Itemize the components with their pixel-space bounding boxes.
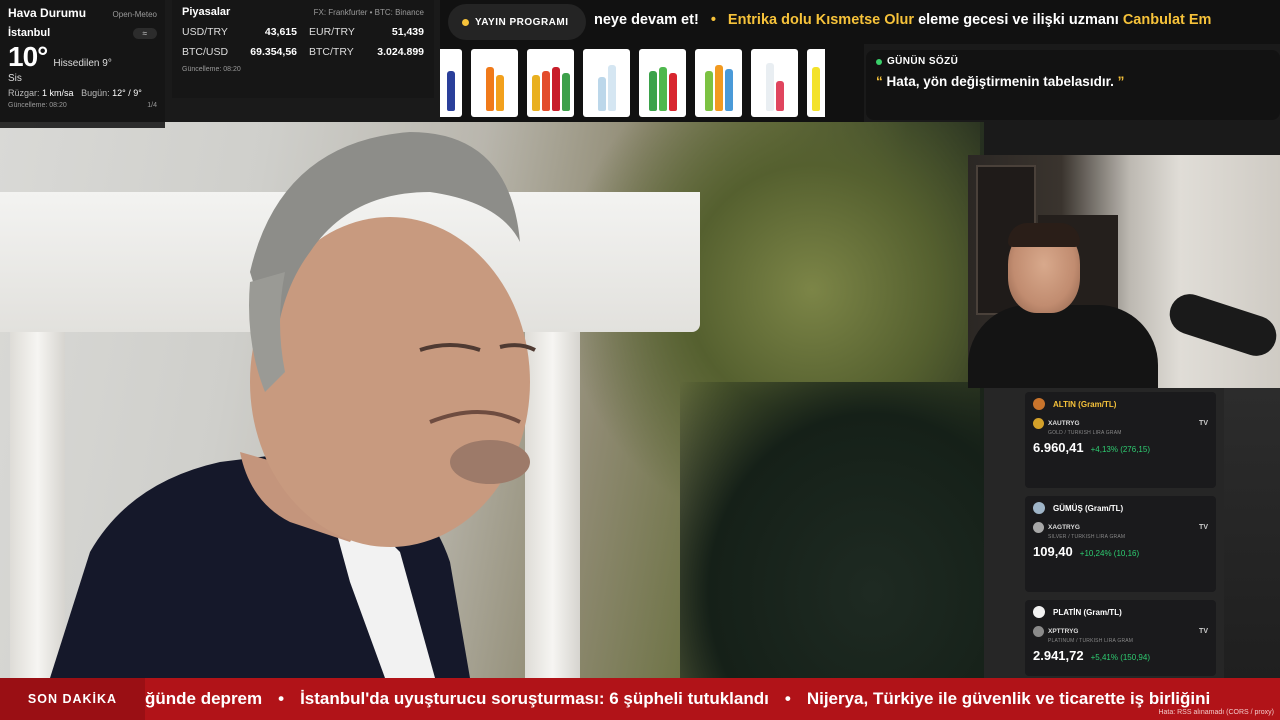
product-image <box>583 49 630 117</box>
metal-title: PLATİN (Gram/TL) <box>1053 607 1122 617</box>
coin-icon <box>1033 418 1044 429</box>
coin-icon <box>1033 522 1044 533</box>
metal-title: GÜMÜŞ (Gram/TL) <box>1053 503 1124 513</box>
program-label: YAYIN PROGRAMI <box>475 16 569 28</box>
weather-stats: Rüzgar: 1 km/sa Bugün: 12° / 9° <box>8 88 157 98</box>
breaking-news-label: SON DAKİKA <box>0 678 145 720</box>
stream-overlay: Hava Durumu Open-Meteo İstanbul ≈ 10° Hi… <box>0 0 1280 720</box>
news-item: ğünde deprem <box>145 689 263 708</box>
metal-card-silver: GÜMÜŞ (Gram/TL) XAGTRYG TV SILVER / TURK… <box>1025 496 1216 592</box>
product-image <box>807 49 825 117</box>
quote-of-the-day: GÜNÜN SÖZÜ “ Hata, yön değiştirmenin tab… <box>866 50 1280 120</box>
tradingview-icon[interactable]: TV <box>1199 420 1208 427</box>
weather-title: Hava Durumu <box>8 6 87 20</box>
medal-icon <box>1033 502 1045 514</box>
markets-updated: Güncelleme: 08:20 <box>182 66 241 73</box>
product-image <box>751 49 798 117</box>
metal-subtitle: GOLD / TURKISH LIRA GRAM <box>1048 430 1122 436</box>
metal-change: +4,13% (276,15) <box>1090 445 1150 454</box>
ticker-text: eleme gecesi ve ilişki uzmanı <box>914 12 1123 28</box>
tradingview-icon[interactable]: TV <box>1199 628 1208 635</box>
metal-symbol: XAGTRYG <box>1048 524 1080 531</box>
webcam-feed <box>968 155 1280 388</box>
weather-updated: Güncelleme: 08:20 <box>8 102 67 109</box>
video-person <box>50 132 536 678</box>
live-dot-icon <box>462 18 469 26</box>
news-separator: • <box>278 689 285 708</box>
metal-card-platinum: PLATİN (Gram/TL) XPTTRYG TV PLATINUM / T… <box>1025 600 1216 676</box>
metal-price: 6.960,41 <box>1033 440 1084 455</box>
news-item: İstanbul'da uyuşturucu soruşturması: 6 ş… <box>300 689 769 708</box>
rss-error-note: Hata: RSS alınamadı (CORS / proxy) <box>1158 709 1274 716</box>
status-dot-icon <box>876 58 882 65</box>
quote-open-mark: “ <box>876 74 883 89</box>
microphone-icon <box>1164 288 1280 362</box>
breaking-news-bar: SON DAKİKA ğünde deprem • İstanbul'da uy… <box>0 678 1280 720</box>
wind-value: 1 km/sa <box>42 88 74 98</box>
metal-subtitle: PLATINUM / TURKISH LIRA GRAM <box>1048 638 1134 644</box>
ticker-highlight: Canbulat Em <box>1122 12 1212 28</box>
quote-close-mark: ” <box>1117 74 1125 89</box>
ticker-separator: • <box>710 12 716 28</box>
weather-city: İstanbul <box>8 27 51 39</box>
weather-page: 1/4 <box>147 102 157 109</box>
product-image <box>639 49 686 117</box>
medal-icon <box>1033 398 1045 410</box>
top-news-ticker: neye devam et! • Entrika dolu Kısmetse O… <box>594 12 1280 34</box>
fog-icon: ≈ <box>132 27 157 39</box>
video-second-person <box>680 382 984 678</box>
coin-icon <box>1033 626 1044 637</box>
weather-source: Open-Meteo <box>112 10 157 19</box>
quote-text: “ Hata, yön değiştirmenin tabelasıdır. ” <box>876 74 1270 89</box>
metal-price: 109,40 <box>1033 544 1073 559</box>
rate-usd-try: USD/TRY 43,615 <box>182 26 297 38</box>
medal-icon <box>1033 606 1045 618</box>
ticker-highlight: Entrika dolu Kısmetse Olur <box>727 12 915 28</box>
markets-source: FX: Frankfurter • BTC: Binance <box>313 8 424 17</box>
markets-widget: Piyasalar FX: Frankfurter • BTC: Binance… <box>172 0 434 98</box>
product-image <box>695 49 742 117</box>
quote-title: GÜNÜN SÖZÜ <box>887 56 959 67</box>
metal-card-gold: ALTIN (Gram/TL) XAUTRYG TV GOLD / TURKIS… <box>1025 392 1216 488</box>
ticker-text: neye devam et! <box>594 12 699 28</box>
product-image <box>471 49 518 117</box>
main-video <box>0 122 984 678</box>
quote-body: Hata, yön değiştirmenin tabelasıdır. <box>886 74 1114 89</box>
metal-change: +5,41% (150,94) <box>1090 653 1150 662</box>
weather-widget: Hava Durumu Open-Meteo İstanbul ≈ 10° Hi… <box>0 0 165 128</box>
webcam-person-hair <box>1008 223 1080 247</box>
markets-title: Piyasalar <box>182 6 231 18</box>
product-image <box>440 49 462 117</box>
metal-symbol: XPTTRYG <box>1048 628 1079 635</box>
rate-btc-usd: BTC/USD 69.354,56 <box>182 46 297 58</box>
today-value: 12° / 9° <box>112 88 142 98</box>
news-separator: • <box>784 689 791 708</box>
rate-eur-try: EUR/TRY 51,439 <box>309 26 424 38</box>
weather-temperature: 10° <box>8 41 48 72</box>
webcam-person-body <box>968 305 1158 388</box>
metal-title: ALTIN (Gram/TL) <box>1053 399 1117 409</box>
weather-condition: Sis <box>8 73 22 84</box>
sponsor-products-strip <box>440 44 864 122</box>
metal-change: +10,24% (10,16) <box>1079 549 1140 558</box>
breaking-news-ticker: ğünde deprem • İstanbul'da uyuşturucu so… <box>145 678 1280 720</box>
metal-price: 2.941,72 <box>1033 648 1084 663</box>
product-image <box>527 49 574 117</box>
wind-label: Rüzgar: <box>8 88 40 98</box>
weather-feels-like: Hissedilen 9° <box>53 58 112 69</box>
tradingview-icon[interactable]: TV <box>1199 524 1208 531</box>
news-item: Nijerya, Türkiye ile güvenlik ve ticaret… <box>806 689 1211 708</box>
rate-btc-try: BTC/TRY 3.024.899 <box>309 46 424 58</box>
program-badge: YAYIN PROGRAMI <box>448 4 586 40</box>
metal-subtitle: SILVER / TURKISH LIRA GRAM <box>1048 534 1126 540</box>
today-label: Bugün: <box>81 88 110 98</box>
metal-symbol: XAUTRYG <box>1048 420 1080 427</box>
